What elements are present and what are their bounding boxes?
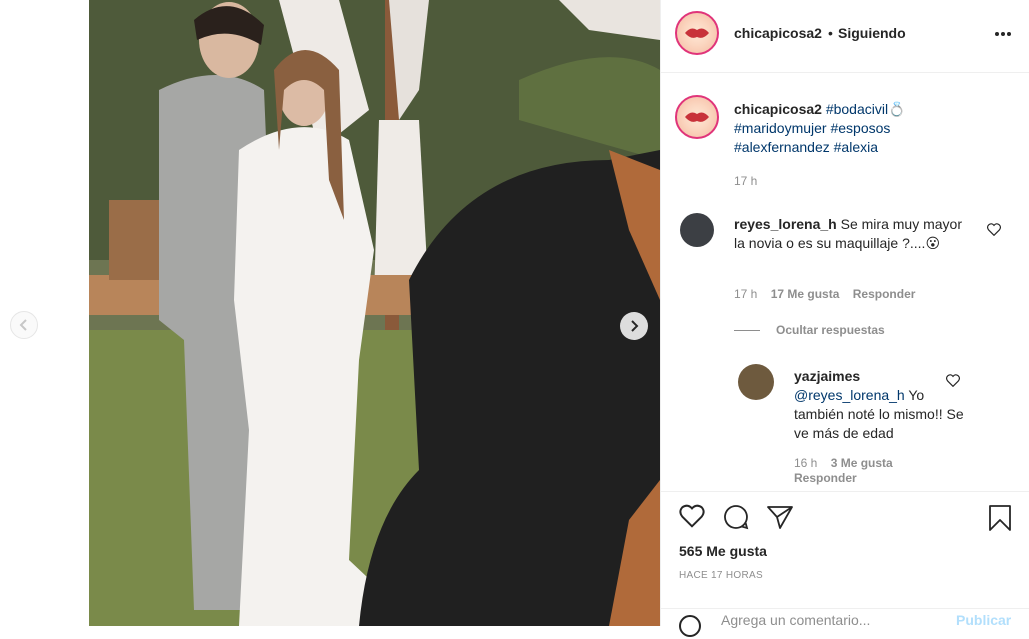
- reply-time: 16 h: [794, 456, 818, 470]
- posted-time: HACE 17 HORAS: [679, 570, 763, 581]
- reply-like-heart-icon[interactable]: [946, 374, 960, 387]
- more-options-icon[interactable]: [994, 20, 1012, 43]
- chevron-left-icon: [19, 319, 27, 331]
- post-header: chicapicosa2 • Siguiendo: [661, 0, 1029, 73]
- hide-replies-button[interactable]: Ocultar respuestas: [734, 323, 885, 337]
- hashtag-maridoymujer[interactable]: #maridoymujer: [734, 120, 827, 136]
- caption-time: 17 h: [734, 174, 758, 188]
- reply-likes[interactable]: 3 Me gusta: [831, 456, 893, 470]
- comment-likes[interactable]: 17 Me gusta: [771, 287, 840, 301]
- comment-reply-button[interactable]: Responder: [853, 287, 916, 301]
- divider-line: [734, 330, 760, 332]
- carousel-next-button[interactable]: [620, 312, 648, 340]
- lips-logo-icon: [685, 28, 709, 38]
- comment-like-heart-icon[interactable]: [987, 223, 1001, 236]
- post-actions: 565 Me gusta HACE 17 HORAS Agrega un com…: [661, 491, 1029, 637]
- comment-text: reyes_lorena_h Se mira muy mayor la novi…: [734, 215, 974, 253]
- hashtag-bodacivil[interactable]: #bodacivil💍: [826, 101, 906, 117]
- post-photo[interactable]: [89, 0, 660, 626]
- lips-logo-icon: [685, 112, 709, 122]
- carousel-prev-button[interactable]: [10, 311, 38, 339]
- likes-count[interactable]: 565 Me gusta: [679, 543, 767, 559]
- hashtag-alexfernandez[interactable]: #alexfernandez: [734, 139, 830, 155]
- comment-username[interactable]: reyes_lorena_h: [734, 216, 837, 232]
- reply-meta: 16 h 3 Me gusta Responder: [794, 456, 954, 486]
- add-comment-bar: Agrega un comentario... Publicar: [661, 608, 1029, 639]
- hide-replies-label: Ocultar respuestas: [776, 323, 885, 337]
- follow-status-button[interactable]: Siguiendo: [838, 25, 906, 41]
- author-avatar[interactable]: [675, 11, 719, 55]
- caption-username[interactable]: chicapicosa2: [734, 101, 822, 117]
- wedding-photo-image: [89, 0, 660, 626]
- author-username[interactable]: chicapicosa2: [734, 25, 822, 41]
- comment-time: 17 h: [734, 287, 758, 301]
- save-bookmark-icon[interactable]: [988, 504, 1012, 532]
- comment-meta: 17 h 17 Me gusta Responder: [734, 287, 915, 301]
- comment-bubble-icon[interactable]: [723, 504, 749, 530]
- like-heart-icon[interactable]: [679, 504, 705, 528]
- reply-reply-button[interactable]: Responder: [794, 471, 857, 485]
- chevron-right-icon: [631, 320, 639, 332]
- separator-dot: •: [828, 25, 833, 41]
- post-details-panel: chicapicosa2 • Siguiendo chicapicosa2 #b…: [660, 0, 1029, 637]
- reply-avatar[interactable]: [738, 364, 774, 400]
- caption-text: chicapicosa2 #bodacivil💍 #maridoymujer #…: [734, 100, 974, 157]
- reply-username[interactable]: yazjaimes: [794, 368, 860, 384]
- left-gutter: [0, 0, 89, 626]
- caption-author-avatar[interactable]: [675, 95, 719, 139]
- hashtag-esposos[interactable]: #esposos: [830, 120, 890, 136]
- commenter-avatar[interactable]: [680, 213, 714, 247]
- share-send-icon[interactable]: [766, 504, 794, 530]
- reply-mention[interactable]: @reyes_lorena_h: [794, 387, 905, 403]
- hashtag-alexia[interactable]: #alexia: [834, 139, 878, 155]
- emoji-icon[interactable]: [679, 615, 701, 637]
